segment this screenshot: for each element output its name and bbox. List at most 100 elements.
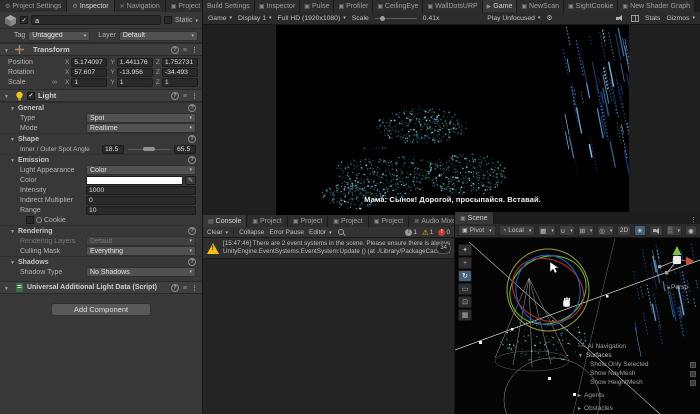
shadows-section-header[interactable]: Shadows ? bbox=[0, 256, 202, 267]
position-y-field[interactable]: 1.441176 bbox=[117, 58, 153, 67]
2d-toggle-button[interactable]: 2D bbox=[617, 225, 631, 236]
move-snap-button[interactable]: ⊞ bbox=[578, 225, 595, 236]
resolution-dropdown[interactable]: Full HD (1920x1080) bbox=[278, 15, 346, 22]
gizmos-dropdown[interactable]: Gizmos bbox=[666, 15, 695, 22]
tab-new-shader-graph[interactable]: ▣New Shader Graph bbox=[618, 0, 695, 12]
cookie-checkbox[interactable] bbox=[26, 216, 34, 224]
light-appearance-dropdown[interactable]: Color bbox=[86, 165, 196, 175]
help-icon[interactable]: ? bbox=[188, 135, 196, 143]
help-icon[interactable]: ? bbox=[171, 92, 179, 100]
pivot-toggle[interactable]: ▣ Pivot bbox=[458, 225, 496, 236]
tab-project-2[interactable]: ▣Project bbox=[288, 215, 328, 227]
rotate-tool-button[interactable]: ↻ bbox=[458, 270, 472, 282]
preset-icon[interactable] bbox=[183, 45, 187, 54]
spot-angle-max-field[interactable]: 65.5 bbox=[174, 145, 196, 154]
rect-tool-button[interactable]: ▭ bbox=[458, 283, 472, 295]
script-component-header[interactable]: Universal Additional Light Data (Script)… bbox=[0, 281, 202, 294]
play-focus-dropdown[interactable]: Play Unfocused bbox=[487, 15, 540, 22]
drag-handle-icon[interactable]: ══ bbox=[578, 344, 585, 350]
kebab-menu-icon[interactable] bbox=[191, 283, 198, 292]
effects-button[interactable]: ▒ bbox=[666, 225, 682, 236]
clear-button[interactable]: Clear bbox=[207, 229, 228, 236]
tab-inspector-2[interactable]: ▣Inspector bbox=[255, 0, 300, 12]
shape-section-header[interactable]: Shape ? bbox=[0, 133, 202, 144]
snap-toggle-button[interactable]: ∪ bbox=[559, 225, 575, 236]
rotation-y-field[interactable]: -13.956 bbox=[117, 68, 153, 77]
tab-newscan[interactable]: ▣NewScan bbox=[517, 0, 564, 12]
gameobject-cube-icon[interactable] bbox=[4, 14, 17, 27]
eyedropper-icon[interactable]: ✎ bbox=[185, 176, 196, 185]
collapse-button[interactable]: Collapse bbox=[239, 229, 264, 236]
preset-icon[interactable] bbox=[183, 283, 187, 292]
slider-knob[interactable] bbox=[380, 16, 385, 21]
active-checkbox[interactable] bbox=[20, 16, 28, 24]
tab-build-settings[interactable]: Build Settings bbox=[203, 0, 255, 12]
agents-foldout[interactable]: Agents bbox=[578, 391, 696, 400]
static-checkbox[interactable] bbox=[164, 16, 172, 24]
error-pause-button[interactable]: Error Pause bbox=[269, 229, 304, 236]
transform-component-header[interactable]: Transform ? bbox=[0, 43, 202, 56]
tab-project-settings[interactable]: ⚙ Project Settings bbox=[0, 0, 67, 12]
camera-settings-button[interactable]: ◎ bbox=[597, 225, 614, 236]
tab-console[interactable]: ▤Console bbox=[203, 215, 247, 227]
tab-profiler[interactable]: ▣Profiler bbox=[334, 0, 373, 12]
tab-scene[interactable]: ▣ Scene bbox=[455, 212, 494, 224]
position-z-field[interactable]: 1.752731 bbox=[162, 58, 198, 67]
tab-sightcookie[interactable]: ▣SightCookie bbox=[564, 0, 618, 12]
obstacles-foldout[interactable]: Obstacles bbox=[578, 404, 696, 413]
scale-link-icon[interactable]: ∞ bbox=[52, 79, 62, 86]
help-icon[interactable]: ? bbox=[188, 258, 196, 266]
scene-viewport[interactable]: ✦ + ↻ ▭ ⊡ ▦ bbox=[455, 238, 700, 414]
color-swatch[interactable] bbox=[86, 176, 183, 185]
emission-section-header[interactable]: Emission ? bbox=[0, 154, 202, 165]
scene-lighting-button[interactable]: ☀ bbox=[634, 225, 646, 236]
vsync-icon[interactable] bbox=[631, 15, 639, 22]
display-dropdown[interactable]: Display 1 bbox=[238, 15, 271, 22]
add-component-button[interactable]: Add Component bbox=[51, 303, 151, 316]
mute-audio-icon[interactable] bbox=[616, 14, 625, 22]
stats-button[interactable]: Stats bbox=[645, 15, 661, 22]
preset-icon[interactable] bbox=[183, 91, 187, 100]
static-label[interactable]: Static bbox=[175, 17, 198, 24]
slider-handle[interactable] bbox=[143, 147, 155, 151]
console-warning-entry[interactable]: [15:47:46] There are 2 event systems in … bbox=[203, 238, 454, 259]
gameobject-name-field[interactable]: a bbox=[31, 15, 161, 25]
tag-dropdown[interactable]: Untagged bbox=[28, 31, 90, 41]
position-x-field[interactable]: 5.174097 bbox=[71, 58, 107, 67]
help-icon[interactable]: ? bbox=[171, 46, 179, 54]
kebab-menu-icon[interactable] bbox=[690, 212, 697, 224]
help-icon[interactable]: ? bbox=[188, 104, 196, 112]
show-heightmesh-checkbox[interactable] bbox=[690, 380, 696, 386]
grid-visibility-button[interactable]: ▦ bbox=[538, 225, 555, 236]
rotation-z-field[interactable]: -34.493 bbox=[162, 68, 198, 77]
editor-dropdown[interactable]: Editor bbox=[309, 229, 332, 236]
foldout-icon[interactable] bbox=[4, 91, 12, 100]
scale-x-field[interactable]: 1 bbox=[71, 78, 107, 87]
game-viewport[interactable]: Мама: Сынок! Дорогой, просыпайся. Встава… bbox=[203, 25, 700, 216]
show-navmesh-checkbox[interactable] bbox=[690, 371, 696, 377]
scene-audio-button[interactable] bbox=[649, 225, 663, 236]
kebab-menu-icon[interactable] bbox=[191, 45, 198, 54]
scale-z-field[interactable]: 1 bbox=[162, 78, 198, 87]
error-count[interactable]: ! 0 bbox=[438, 229, 450, 236]
general-section-header[interactable]: General ? bbox=[0, 102, 202, 113]
shadow-type-dropdown[interactable]: No Shadows bbox=[86, 267, 196, 277]
rendering-section-header[interactable]: Rendering ? bbox=[0, 225, 202, 236]
light-type-dropdown[interactable]: Spot bbox=[86, 113, 196, 123]
foldout-icon[interactable] bbox=[4, 283, 12, 292]
view-tool-button[interactable]: ✦ bbox=[458, 244, 472, 256]
foldout-icon[interactable] bbox=[4, 45, 12, 54]
indirect-multiplier-field[interactable]: 0 bbox=[86, 196, 196, 205]
light-enabled-checkbox[interactable] bbox=[27, 92, 35, 100]
tab-pulse[interactable]: ▣Pulse bbox=[300, 0, 334, 12]
help-icon[interactable]: ? bbox=[188, 227, 196, 235]
transform-tool-button[interactable]: ⊡ bbox=[458, 296, 472, 308]
tab-walldotsurp[interactable]: ▣WallDotsURP bbox=[423, 0, 482, 12]
tab-project-4[interactable]: ▣Project bbox=[369, 215, 409, 227]
layer-dropdown[interactable]: Default bbox=[119, 31, 198, 41]
tab-inspector[interactable]: ⚙ Inspector bbox=[67, 0, 114, 12]
tab-project-1[interactable]: ▣Project bbox=[247, 215, 287, 227]
intensity-field[interactable]: 1000 bbox=[86, 186, 196, 195]
overlay-header[interactable]: ══ AI Navigation bbox=[578, 342, 696, 351]
hidden-objects-button[interactable]: ◉ bbox=[685, 225, 697, 236]
